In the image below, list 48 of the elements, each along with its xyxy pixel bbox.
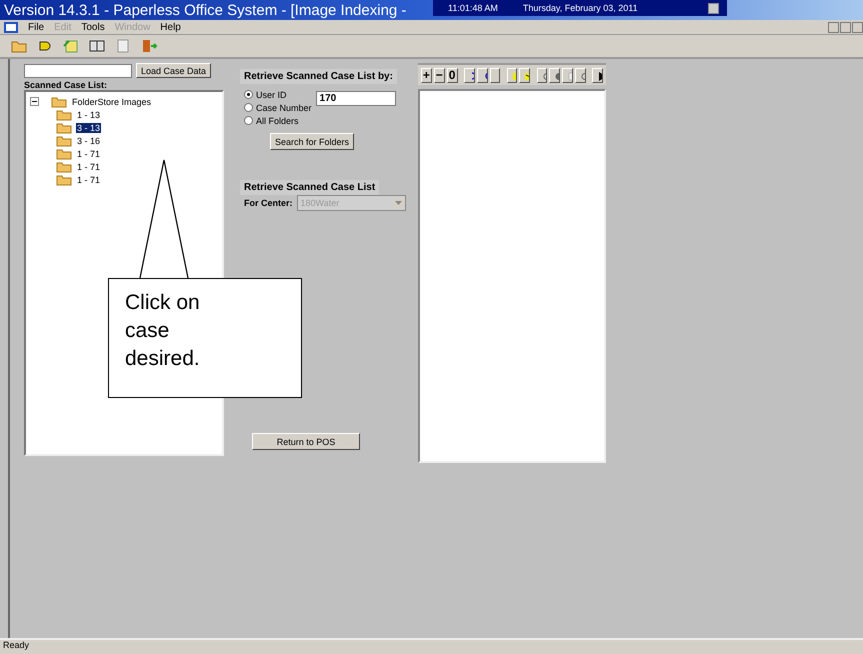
search-folders-button[interactable]: Search for Folders: [270, 133, 354, 150]
zoom-tool-button[interactable]: +: [421, 68, 432, 82]
window-controls[interactable]: [828, 22, 863, 32]
folder-icon: [56, 148, 72, 160]
case-field[interactable]: [24, 64, 132, 78]
tree-item[interactable]: 1 - 71: [76, 162, 102, 172]
tree-item[interactable]: FolderStore Images: [71, 96, 152, 106]
return-to-pos-button[interactable]: Return to POS: [252, 433, 360, 450]
tree-item[interactable]: 3 - 13: [76, 122, 102, 132]
play-icon[interactable]: [592, 68, 604, 82]
menu-item[interactable]: Tools: [81, 22, 105, 32]
folder-icon: [56, 160, 72, 172]
folder-icon: [56, 122, 72, 134]
tree-item[interactable]: 1 - 71: [76, 148, 102, 158]
window-icon: [4, 22, 18, 32]
blank-tool-icon[interactable]: [490, 68, 500, 82]
window-title: Version 14.3.1 - Paperless Office System - [Image Indexing -: [3, 2, 406, 18]
tree-item[interactable]: 1 - 13: [76, 110, 102, 120]
radio-option[interactable]: All Folders: [240, 114, 312, 127]
tree-item[interactable]: 1 - 71: [76, 174, 102, 184]
load-case-button[interactable]: Load Case Data: [136, 63, 212, 78]
folder-icon: [56, 134, 72, 146]
folder-icon: [51, 96, 67, 108]
tree-label: Scanned Case List:: [24, 80, 108, 90]
highlight-move-icon[interactable]: [519, 68, 530, 82]
center-heading: Retrieve Scanned Case List: [240, 180, 380, 195]
user-id-field[interactable]: 170: [316, 91, 396, 106]
menu-item[interactable]: File: [28, 22, 44, 32]
zoom-tool-button[interactable]: 0: [446, 68, 458, 82]
folder-icon: [56, 108, 72, 120]
menu-item[interactable]: Help: [160, 22, 181, 32]
radio-option[interactable]: User ID: [240, 88, 312, 101]
status-bar: Ready: [0, 638, 863, 654]
callout-box: Click on case desired.: [108, 278, 302, 398]
retrieve-heading: Retrieve Scanned Case List by:: [240, 69, 397, 84]
collapse-toggle[interactable]: [30, 97, 39, 106]
center-label: For Center:: [244, 198, 293, 208]
book-icon[interactable]: [88, 38, 106, 54]
highlight-icon[interactable]: [506, 68, 518, 82]
minimize-button[interactable]: [708, 2, 719, 14]
folder-icon: [56, 174, 72, 186]
tree-item[interactable]: 3 - 16: [76, 136, 102, 146]
radio-option[interactable]: Case Number: [240, 101, 312, 114]
clock-date: Thursday, February 03, 2011: [522, 3, 638, 13]
clock-time: 11:01:48 AM: [448, 3, 498, 13]
notes-icon[interactable]: [62, 38, 80, 54]
exit-door-icon[interactable]: [140, 38, 158, 54]
zoom-tool-button[interactable]: −: [434, 68, 445, 82]
